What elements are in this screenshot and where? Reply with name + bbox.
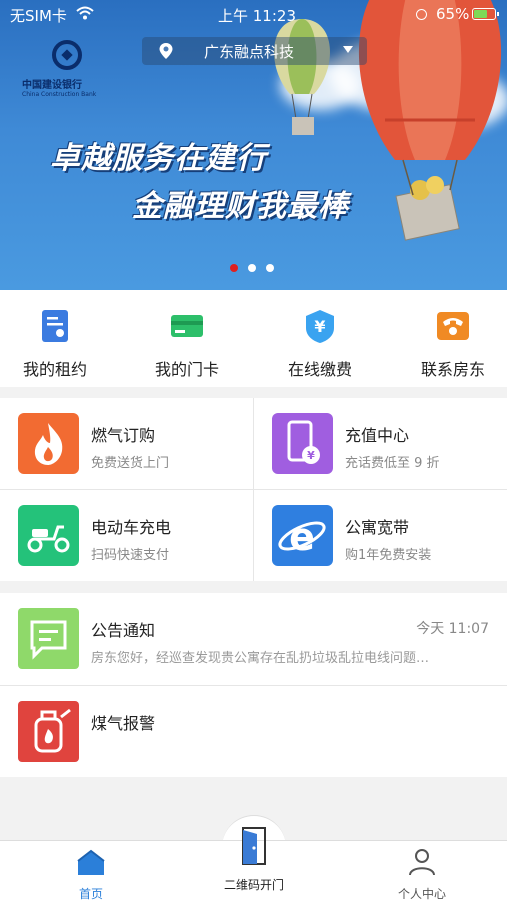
svg-text:¥: ¥ — [314, 317, 325, 336]
bank-name-en: China Construction Bank — [22, 91, 97, 98]
svg-text:¥: ¥ — [307, 449, 315, 462]
battery-percent: 65% — [436, 5, 470, 23]
service-subtitle: 充话费低至 9 折 — [345, 456, 440, 471]
carousel-dot[interactable] — [266, 264, 274, 272]
ccb-logo-icon — [52, 40, 82, 70]
notice-title: 公告通知 — [91, 621, 156, 640]
svg-text:e: e — [289, 515, 315, 559]
small-balloon-illustration — [274, 19, 330, 135]
tab-label: 首页 — [78, 887, 103, 900]
wifi-icon — [76, 6, 94, 20]
notice-time: 今天 11:07 — [416, 621, 489, 637]
banner-slogan-2: 金融理财我最棒 — [132, 189, 349, 224]
services-grid: 燃气订购 免费送货上门 ¥ 充值中心 充话费低至 9 折 电动车充电 扫码快速支… — [0, 398, 507, 581]
promo-banner[interactable]: 无SIM卡 上午 11:23 65% 广东融点科技 中国建设银行 China C… — [0, 0, 507, 290]
browser-e-icon: e — [272, 505, 333, 566]
quick-action-label: 联系房东 — [420, 360, 485, 379]
location-selector[interactable]: 广东融点科技 — [142, 37, 367, 65]
quick-actions: 我的租约 我的门卡 ¥ 在线缴费 联系房东 — [0, 290, 507, 387]
tab-label: 二维码开门 — [223, 878, 284, 892]
service-gas-order[interactable]: 燃气订购 免费送货上门 — [0, 398, 253, 489]
battery-icon — [472, 8, 499, 20]
clock: 上午 11:23 — [218, 7, 296, 25]
service-subtitle: 购1年免费安装 — [345, 548, 432, 563]
banner-slogan-1: 卓越服务在建行 — [50, 141, 267, 176]
bank-logo: 中国建设银行 China Construction Bank — [22, 40, 117, 98]
quick-action-door-card[interactable]: 我的门卡 — [132, 308, 242, 380]
notice-item-announcement[interactable]: 公告通知 今天 11:07 房东您好，经巡查发现贵公寓存在乱扔垃圾乱拉电线问题… — [0, 593, 507, 684]
message-icon — [18, 608, 79, 669]
location-name: 广东融点科技 — [204, 42, 295, 61]
quick-action-label: 我的租约 — [22, 360, 87, 379]
service-apartment-broadband[interactable]: e 公寓宽带 购1年免费安装 — [254, 490, 507, 581]
service-subtitle: 扫码快速支付 — [91, 548, 170, 563]
door-icon — [242, 827, 266, 865]
tab-profile[interactable]: 个人中心 — [362, 847, 482, 900]
service-title: 公寓宽带 — [345, 518, 410, 537]
mobile-recharge-icon: ¥ — [272, 413, 333, 474]
bank-name-cn: 中国建设银行 — [22, 80, 82, 91]
notice-body: 房东您好，经巡查发现贵公寓存在乱扔垃圾乱拉电线问题… — [91, 651, 430, 666]
service-title: 电动车充电 — [91, 518, 172, 537]
orientation-lock-icon — [416, 9, 427, 20]
tab-home[interactable]: 首页 — [31, 847, 151, 900]
quick-action-contact-landlord[interactable]: 联系房东 — [398, 308, 507, 380]
service-ev-charging[interactable]: 电动车充电 扫码快速支付 — [0, 490, 253, 581]
scooter-icon — [18, 505, 79, 566]
door-card-icon — [171, 315, 203, 337]
quick-action-label: 在线缴费 — [287, 360, 352, 379]
tab-label: 个人中心 — [397, 887, 446, 900]
notice-item-gas-alarm[interactable]: 煤气报警 — [0, 686, 507, 777]
quick-action-label: 我的门卡 — [154, 360, 219, 379]
carousel-dot[interactable] — [230, 264, 238, 272]
service-recharge-center[interactable]: ¥ 充值中心 充话费低至 9 折 — [254, 398, 507, 489]
carousel-dot[interactable] — [248, 264, 256, 272]
user-icon — [409, 849, 435, 876]
contract-icon — [42, 310, 68, 342]
hot-air-balloon-illustration — [358, 0, 502, 241]
status-bar: 无SIM卡 上午 11:23 65% — [0, 0, 507, 28]
gas-alarm-icon — [18, 701, 79, 762]
home-icon — [77, 849, 105, 875]
carrier-label: 无SIM卡 — [10, 7, 67, 25]
location-pin-icon — [159, 43, 173, 59]
tab-qr-door-open[interactable]: 二维码开门 — [193, 826, 315, 893]
grid-divider — [0, 489, 507, 490]
notice-title: 煤气报警 — [91, 714, 156, 733]
flame-icon — [18, 413, 79, 474]
service-subtitle: 免费送货上门 — [91, 456, 170, 471]
service-title: 燃气订购 — [91, 426, 156, 445]
phone-icon — [437, 312, 469, 340]
carousel-indicator[interactable] — [230, 264, 274, 272]
quick-action-my-lease[interactable]: 我的租约 — [0, 308, 110, 380]
notice-list: 公告通知 今天 11:07 房东您好，经巡查发现贵公寓存在乱扔垃圾乱拉电线问题…… — [0, 593, 507, 777]
chevron-down-icon — [343, 46, 353, 53]
quick-action-online-payment[interactable]: ¥ 在线缴费 — [265, 308, 375, 380]
service-title: 充值中心 — [345, 426, 410, 445]
yen-payment-icon: ¥ — [306, 310, 334, 343]
